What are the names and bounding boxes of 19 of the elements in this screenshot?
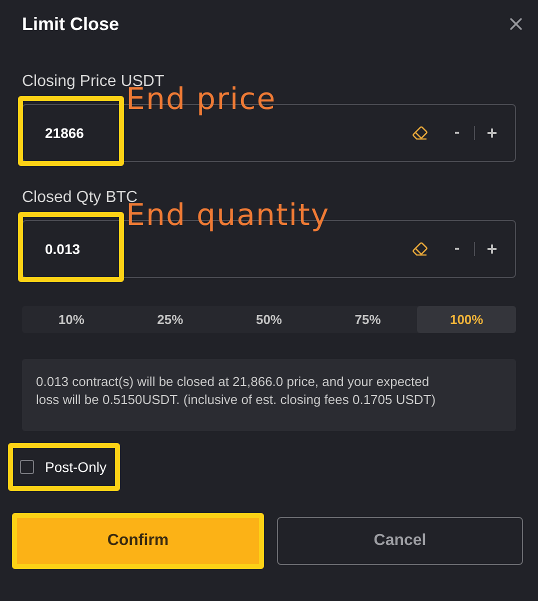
percent-tab[interactable]: 50%: [220, 306, 318, 333]
eraser-icon[interactable]: [412, 125, 428, 141]
dialog-title: Limit Close: [22, 12, 120, 36]
percent-tab[interactable]: 10%: [22, 306, 121, 333]
checkbox-label: Post-Only: [45, 458, 106, 477]
percent-tab[interactable]: 25%: [120, 306, 220, 333]
confirm-button[interactable]: Confirm: [15, 517, 261, 565]
summary-text: 0.013 contract(s) will be closed at 21,866.0 price, and your expected loss will be 0.5150USDT. (inclusive of est. closing fees 0.1705 USDT): [36, 373, 437, 409]
eraser-icon[interactable]: [412, 241, 428, 257]
cancel-button[interactable]: Cancel: [277, 517, 523, 565]
percent-tab[interactable]: 75%: [318, 306, 418, 333]
increment-button[interactable]: +: [485, 236, 499, 262]
checkbox[interactable]: [20, 460, 34, 474]
percent-tab[interactable]: 100%: [417, 306, 516, 333]
increment-button[interactable]: +: [485, 120, 499, 146]
field-value: 0.013: [45, 240, 80, 258]
decrement-button[interactable]: -: [450, 121, 464, 145]
decrement-button[interactable]: -: [450, 237, 464, 261]
field-value: 21866: [45, 124, 84, 142]
